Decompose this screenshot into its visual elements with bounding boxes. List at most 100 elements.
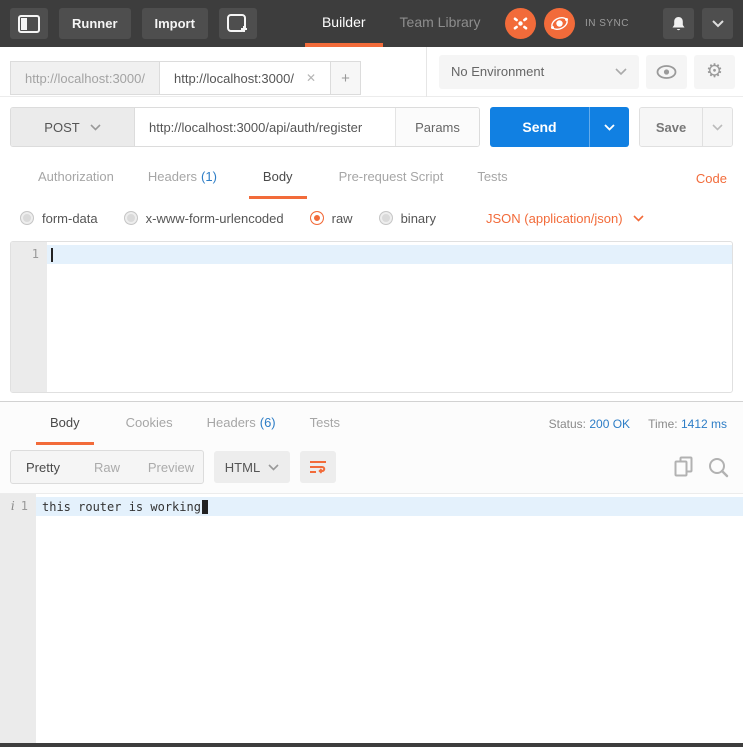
response-tab-body[interactable]: Body <box>36 403 94 445</box>
sidebar-toggle-button[interactable] <box>10 8 48 39</box>
time-label: Time: <box>648 417 678 431</box>
response-tab-headers-label: Headers <box>206 415 256 430</box>
search-icon <box>708 457 729 478</box>
radio-binary[interactable]: binary <box>378 210 436 226</box>
new-tab-button[interactable]: + <box>331 61 362 95</box>
header-menu-button[interactable] <box>702 8 733 39</box>
status-label: Status: <box>548 417 587 431</box>
request-tabbar: http://localhost:3000/ http://localhost:… <box>0 46 743 97</box>
radio-selected-icon <box>309 211 324 225</box>
request-body-editor[interactable]: 1 <box>10 241 733 393</box>
new-window-icon <box>226 13 249 34</box>
radio-urlencoded[interactable]: x-www-form-urlencoded <box>123 210 284 226</box>
request-tab-label: http://localhost:3000/ <box>25 70 145 86</box>
eye-icon <box>656 64 677 79</box>
content-type-select[interactable]: JSON (application/json) <box>486 211 644 226</box>
response-active-line[interactable]: this router is working <box>36 497 743 516</box>
request-tab-active[interactable]: http://localhost:3000/ ✕ <box>158 61 332 95</box>
plus-icon: + <box>341 69 350 87</box>
radio-raw[interactable]: raw <box>309 210 353 226</box>
new-window-button[interactable] <box>218 8 257 39</box>
close-tab-icon[interactable]: ✕ <box>306 71 316 85</box>
environment-quicklook-button[interactable] <box>646 54 687 89</box>
request-section-tabs: Authorization Headers (1) Body Pre-reque… <box>0 157 743 199</box>
url-input[interactable] <box>135 108 395 146</box>
tab-headers-label: Headers <box>147 169 198 184</box>
chevron-down-icon <box>615 67 627 76</box>
response-tab-cookies[interactable]: Cookies <box>124 403 175 445</box>
search-response-button[interactable] <box>708 457 729 478</box>
time-value: 1412 ms <box>680 417 727 431</box>
app-header: Runner Import Builder Team Library IN SY… <box>0 0 743 47</box>
save-button[interactable]: Save <box>640 108 702 146</box>
code-link[interactable]: Code <box>696 171 727 186</box>
text-caret <box>201 499 208 514</box>
nav-team-library[interactable]: Team Library <box>383 0 498 47</box>
tab-authorization[interactable]: Authorization <box>36 157 116 199</box>
nav-builder[interactable]: Builder <box>304 0 383 47</box>
radio-icon <box>20 211 34 225</box>
tab-tests[interactable]: Tests <box>475 157 509 199</box>
radio-label: form-data <box>42 210 98 226</box>
chevron-down-icon <box>632 214 644 222</box>
response-body-editor[interactable]: i1 this router is working <box>0 493 743 743</box>
response-tab-tests[interactable]: Tests <box>308 403 342 445</box>
notifications-button[interactable] <box>663 8 694 39</box>
response-view-mode-group: Pretty Raw Preview <box>10 450 204 484</box>
line-number: 1 <box>20 499 28 513</box>
radio-form-data[interactable]: form-data <box>20 211 98 226</box>
line-info-icon: i <box>10 499 15 513</box>
bell-icon <box>671 16 686 32</box>
import-button[interactable]: Import <box>141 8 208 39</box>
environment-select[interactable]: No Environment <box>439 54 639 89</box>
response-editor-gutter: i1 <box>0 494 36 743</box>
text-caret <box>51 247 53 262</box>
save-options-button[interactable] <box>702 108 732 146</box>
status-value: 200 OK <box>589 417 631 431</box>
gear-icon: ⚙ <box>705 61 724 82</box>
runner-button[interactable]: Runner <box>59 8 131 39</box>
response-meta: Status: 200 OK Time: 1412 ms <box>549 417 727 431</box>
chevron-down-icon <box>268 463 279 471</box>
response-section-tabs: Body Cookies Headers (6) Tests Status: 2… <box>0 402 743 446</box>
response-format-select[interactable]: HTML <box>214 451 290 483</box>
send-options-button[interactable] <box>589 107 629 147</box>
request-builder-row: POST Params Send Save <box>0 97 743 157</box>
tab-pre-request-script[interactable]: Pre-request Script <box>337 157 446 199</box>
method-select[interactable]: POST <box>11 108 135 146</box>
tab-headers[interactable]: Headers (1) <box>146 157 219 199</box>
sync-orbit-icon <box>549 13 570 34</box>
copy-response-button[interactable] <box>674 456 694 478</box>
response-format-value: HTML <box>224 459 261 475</box>
editor-active-line[interactable] <box>47 245 732 264</box>
interceptor-button[interactable] <box>504 8 536 39</box>
radio-label: raw <box>331 210 353 226</box>
chevron-down-icon <box>711 19 724 28</box>
tab-headers-count: (1) <box>201 169 217 184</box>
response-tab-headers[interactable]: Headers (6) <box>205 403 278 445</box>
radio-label: binary <box>400 210 436 226</box>
settings-button[interactable]: ⚙ <box>694 54 735 89</box>
body-type-selector: form-data x-www-form-urlencoded raw bina… <box>0 199 743 237</box>
copy-icon <box>674 456 694 478</box>
response-tab-headers-count: (6) <box>259 415 276 430</box>
view-pretty-button[interactable]: Pretty <box>11 451 75 483</box>
radio-icon <box>123 211 138 225</box>
request-tab-inactive[interactable]: http://localhost:3000/ <box>10 61 159 95</box>
send-button[interactable]: Send <box>490 107 589 147</box>
chevron-down-icon <box>712 123 723 131</box>
response-toolbar: Pretty Raw Preview HTML <box>0 446 743 493</box>
view-raw-button[interactable]: Raw <box>75 451 139 483</box>
sync-button[interactable] <box>543 8 575 39</box>
response-line-text: this router is working <box>42 499 201 514</box>
header-nav: Builder Team Library <box>304 0 498 47</box>
radio-label: x-www-form-urlencoded <box>145 210 284 226</box>
word-wrap-button[interactable] <box>300 451 336 483</box>
tab-body[interactable]: Body <box>248 157 307 199</box>
params-button[interactable]: Params <box>395 108 479 146</box>
content-type-value: JSON (application/json) <box>486 210 623 226</box>
sync-status-label: IN SYNC <box>584 18 629 29</box>
bottom-statusbar-edge <box>0 743 743 747</box>
request-tab-label: http://localhost:3000/ <box>173 70 294 86</box>
view-preview-button[interactable]: Preview <box>139 451 203 483</box>
